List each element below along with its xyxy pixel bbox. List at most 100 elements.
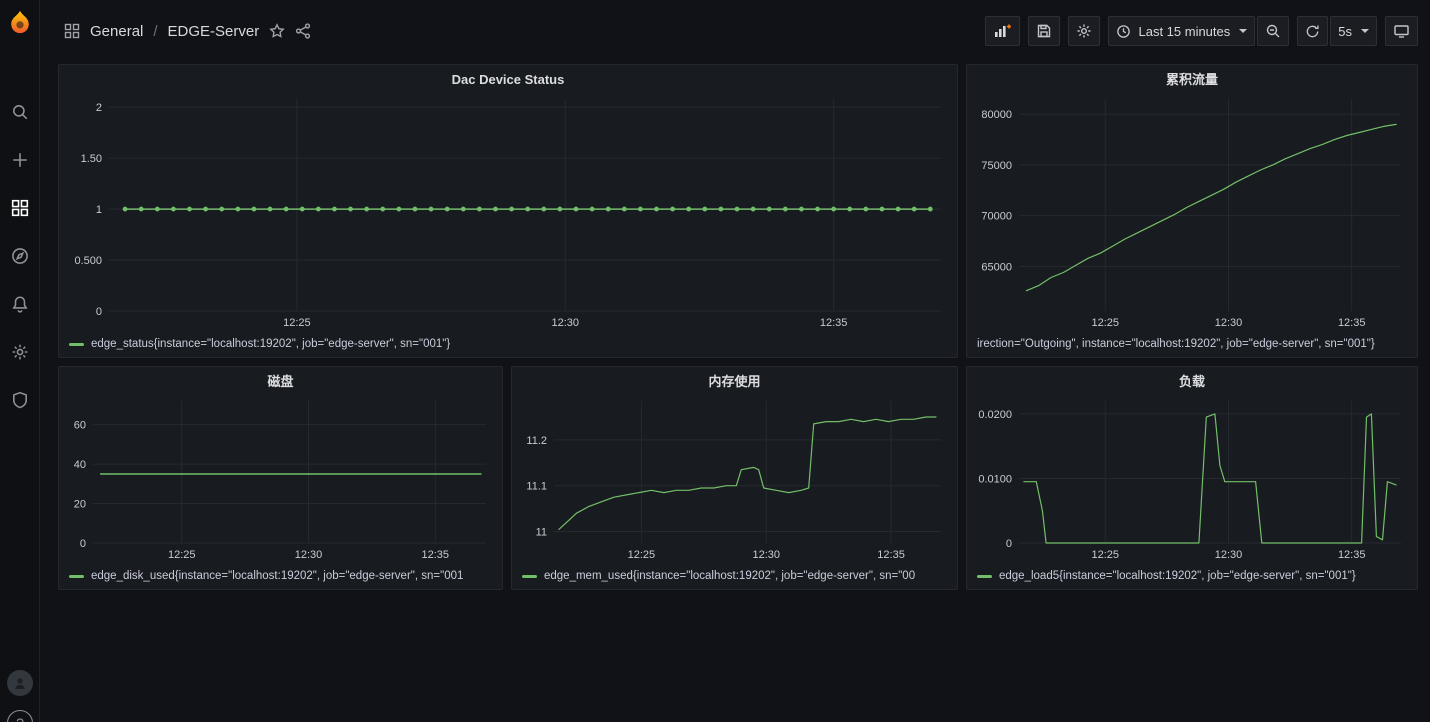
panel-title[interactable]: 负载: [967, 367, 1417, 395]
star-dashboard-button[interactable]: [269, 23, 285, 39]
legend-marker: [69, 343, 84, 346]
svg-text:12:30: 12:30: [1215, 549, 1243, 561]
star-icon: [269, 23, 285, 39]
svg-text:11: 11: [536, 527, 547, 539]
monitor-icon: [1393, 23, 1410, 39]
add-panel-icon: [993, 23, 1012, 39]
panel-title[interactable]: 累积流量: [967, 65, 1417, 93]
breadcrumb-separator: /: [153, 23, 157, 40]
panel-disk: 磁盘 020406012:2512:3012:35 edge_disk_used…: [58, 366, 503, 590]
zoom-out-icon: [1265, 23, 1281, 39]
sidebar-item-search[interactable]: [0, 88, 40, 136]
bell-icon: [11, 295, 29, 313]
svg-text:11.2: 11.2: [526, 435, 547, 447]
graph-dac-device-status[interactable]: 00.50011.50212:2512:3012:35: [65, 93, 951, 331]
legend-item[interactable]: edge_disk_used{instance="localhost:19202…: [69, 567, 496, 585]
save-dashboard-button[interactable]: [1028, 16, 1060, 46]
svg-text:70000: 70000: [981, 211, 1012, 223]
graph-load[interactable]: 00.01000.020012:2512:3012:35: [973, 395, 1411, 563]
dashboard-grid-icon: [64, 23, 80, 39]
sidebar-item-create[interactable]: [0, 136, 40, 184]
time-range-label: Last 15 minutes: [1138, 24, 1230, 39]
dashboards-grid-icon: [11, 199, 29, 217]
sidebar-item-admin[interactable]: [0, 376, 40, 424]
add-panel-button[interactable]: [985, 16, 1020, 46]
svg-text:1: 1: [96, 204, 102, 216]
svg-text:12:30: 12:30: [752, 549, 780, 561]
gear-icon: [1076, 23, 1092, 39]
sidebar-item-dashboards[interactable]: [0, 184, 40, 232]
topbar: General / EDGE-Server: [40, 0, 1430, 62]
sidebar-item-explore[interactable]: [0, 232, 40, 280]
svg-text:12:35: 12:35: [1338, 549, 1366, 561]
share-dashboard-button[interactable]: [295, 23, 311, 39]
svg-text:0.0200: 0.0200: [978, 409, 1012, 421]
legend-item[interactable]: edge_mem_used{instance="localhost:19202"…: [522, 567, 951, 585]
svg-text:65000: 65000: [981, 261, 1012, 273]
grafana-logo-icon: [6, 8, 34, 38]
share-icon: [295, 23, 311, 39]
svg-text:12:30: 12:30: [1215, 317, 1243, 329]
panel-title[interactable]: 内存使用: [512, 367, 957, 395]
dashboard-settings-button[interactable]: [1068, 16, 1100, 46]
svg-text:80000: 80000: [981, 109, 1012, 121]
refresh-interval-select[interactable]: 5s: [1330, 16, 1377, 46]
panel-memory-usage: 内存使用 1111.111.212:2512:3012:35 edge_mem_…: [511, 366, 958, 590]
svg-text:0: 0: [1006, 538, 1012, 550]
svg-text:20: 20: [74, 499, 86, 511]
panel-title[interactable]: 磁盘: [59, 367, 502, 395]
legend-item[interactable]: edge_status{instance="localhost:19202", …: [69, 335, 951, 353]
sidebar-bottom: ?: [0, 670, 40, 722]
time-controls: Last 15 minutes: [1108, 16, 1289, 46]
svg-text:1.50: 1.50: [81, 153, 102, 165]
svg-text:12:25: 12:25: [168, 549, 196, 561]
breadcrumb-folder[interactable]: General: [90, 23, 143, 40]
breadcrumb-dashboard[interactable]: EDGE-Server: [168, 23, 260, 40]
panel-load: 负载 00.01000.020012:2512:3012:35 edge_loa…: [966, 366, 1418, 590]
chevron-down-icon: [1361, 29, 1369, 33]
svg-text:0.500: 0.500: [74, 255, 102, 267]
toolbar-actions: Last 15 minutes 5s: [985, 16, 1418, 46]
graph-memory-usage[interactable]: 1111.111.212:2512:3012:35: [518, 395, 951, 563]
time-range-picker[interactable]: Last 15 minutes: [1108, 16, 1255, 46]
help-icon[interactable]: ?: [7, 710, 33, 722]
legend-item[interactable]: irection="Outgoing", instance="localhost…: [977, 335, 1411, 353]
svg-text:0.0100: 0.0100: [978, 473, 1012, 485]
legend-marker: [69, 575, 84, 578]
sidebar-item-alerting[interactable]: [0, 280, 40, 328]
svg-text:12:35: 12:35: [1338, 317, 1366, 329]
svg-text:12:25: 12:25: [1091, 317, 1119, 329]
svg-text:75000: 75000: [981, 160, 1012, 172]
search-icon: [11, 103, 29, 121]
graph-cumulative-traffic[interactable]: 65000 70000 75000 80000 12:25 12:30 12:35: [973, 93, 1411, 331]
sidebar-nav: [0, 88, 40, 424]
shield-icon: [11, 391, 29, 409]
grafana-logo[interactable]: [6, 8, 34, 38]
graph-disk[interactable]: 020406012:2512:3012:35: [65, 395, 496, 563]
tv-mode-button[interactable]: [1385, 16, 1418, 46]
sidebar: ?: [0, 0, 40, 722]
refresh-button[interactable]: [1297, 16, 1328, 46]
svg-text:2: 2: [96, 102, 102, 114]
user-icon: [12, 675, 28, 691]
breadcrumb: General / EDGE-Server: [64, 23, 311, 40]
plus-icon: [11, 151, 29, 169]
svg-text:12:25: 12:25: [283, 317, 311, 329]
legend-marker: [522, 575, 537, 578]
legend-item[interactable]: edge_load5{instance="localhost:19202", j…: [977, 567, 1411, 585]
panel-title[interactable]: Dac Device Status: [59, 65, 957, 93]
svg-text:12:35: 12:35: [820, 317, 848, 329]
svg-text:60: 60: [74, 420, 86, 432]
legend-label: edge_load5{instance="localhost:19202", j…: [999, 570, 1356, 582]
panel-dac-device-status: Dac Device Status 00.50011.50212:2512:30…: [58, 64, 958, 358]
svg-text:12:25: 12:25: [628, 549, 656, 561]
clock-icon: [1116, 24, 1131, 39]
svg-text:12:35: 12:35: [422, 549, 450, 561]
refresh-interval-label: 5s: [1338, 24, 1352, 39]
user-avatar[interactable]: [7, 670, 33, 696]
save-icon: [1036, 23, 1052, 39]
zoom-out-button[interactable]: [1257, 16, 1289, 46]
refresh-icon: [1305, 24, 1320, 39]
compass-icon: [11, 247, 29, 265]
sidebar-item-configuration[interactable]: [0, 328, 40, 376]
